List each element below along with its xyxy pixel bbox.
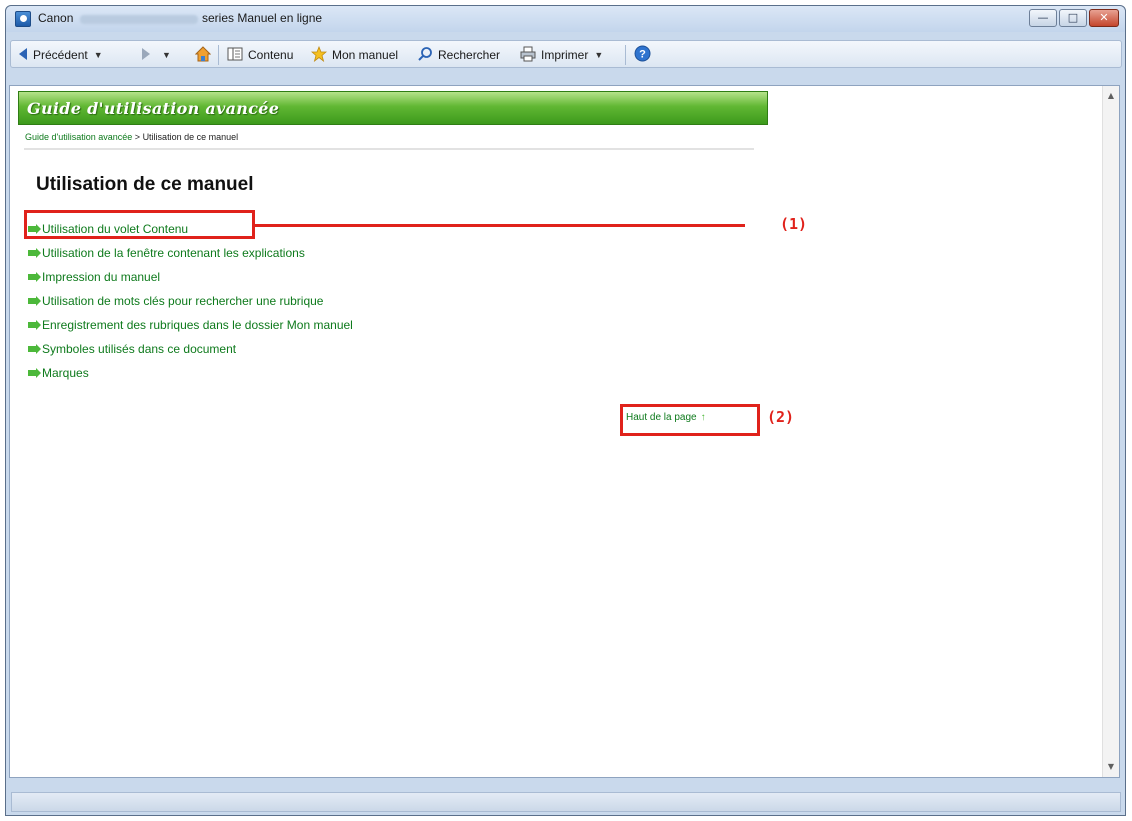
close-icon: ✕: [1099, 11, 1109, 24]
back-label: Précédent: [33, 48, 88, 62]
forward-button[interactable]: ▼: [141, 46, 171, 64]
my-manual-label: Mon manuel: [332, 48, 399, 62]
topic-link-label: Marques: [42, 366, 89, 380]
search-icon: [417, 46, 433, 65]
topic-link-label: Enregistrement des rubriques dans le dos…: [42, 318, 353, 332]
help-button[interactable]: ?: [634, 45, 656, 65]
star-icon: [310, 45, 328, 65]
contents-icon: [227, 47, 243, 64]
callout-leader-line-1: [255, 224, 745, 227]
up-arrow-icon: ↑: [700, 412, 706, 423]
callout-label-1: (1): [780, 215, 808, 233]
forward-arrow-icon: [141, 47, 151, 63]
forward-dropdown-icon[interactable]: ▼: [162, 50, 171, 60]
minimize-icon: —: [1037, 11, 1049, 24]
back-to-top-label: Haut de la page: [626, 412, 697, 423]
green-arrow-icon: [28, 344, 41, 354]
breadcrumb-separator: >: [132, 132, 143, 142]
topic-link[interactable]: Symboles utilisés dans ce document: [28, 337, 353, 361]
status-bar: [11, 792, 1121, 812]
guide-banner: Guide d'utilisation avancée: [18, 91, 768, 125]
home-button[interactable]: [194, 45, 216, 65]
search-label: Rechercher: [438, 48, 501, 62]
green-arrow-icon: [28, 296, 41, 306]
minimize-button[interactable]: —: [1029, 9, 1057, 27]
title-bar: Canon series Manuel en ligne — □ ✕: [6, 6, 1125, 32]
my-manual-button[interactable]: Mon manuel: [310, 45, 399, 65]
page-title: Utilisation de ce manuel: [36, 174, 254, 195]
breadcrumb-link[interactable]: Guide d'utilisation avancée: [25, 132, 132, 142]
maximize-button[interactable]: □: [1059, 9, 1087, 27]
topic-link-label: Utilisation de mots clés pour rechercher…: [42, 294, 324, 308]
green-arrow-icon: [28, 248, 41, 258]
scroll-down-icon[interactable]: ▼: [1103, 759, 1119, 775]
topic-link-label: Symboles utilisés dans ce document: [42, 342, 237, 356]
printer-icon: [520, 46, 536, 65]
callout-box-1: [24, 210, 255, 239]
toolbar: Précédent ▼ ▼ Contenu Mon manuel Recherc…: [10, 40, 1122, 68]
green-arrow-icon: [28, 272, 41, 282]
blurred-model-name: [80, 15, 198, 24]
toolbar-separator: [218, 45, 219, 65]
breadcrumb-current: Utilisation de ce manuel: [142, 132, 239, 142]
topic-link[interactable]: Impression du manuel: [28, 265, 353, 289]
svg-text:?: ?: [639, 49, 646, 61]
window-title-prefix: Canon: [38, 11, 74, 25]
topic-link[interactable]: Utilisation de la fenêtre contenant les …: [28, 241, 353, 265]
app-icon: [15, 11, 31, 27]
scroll-up-icon[interactable]: ▲: [1103, 88, 1119, 104]
topic-link[interactable]: Utilisation de mots clés pour rechercher…: [28, 289, 353, 313]
back-arrow-icon: [18, 47, 28, 63]
toolbar-separator: [625, 45, 626, 65]
topic-link-list: Utilisation du volet Contenu Utilisation…: [28, 217, 353, 385]
banner-title: Guide d'utilisation avancée: [27, 99, 280, 118]
print-dropdown-icon[interactable]: ▼: [594, 50, 603, 60]
topic-link[interactable]: Marques: [28, 361, 353, 385]
close-button[interactable]: ✕: [1089, 9, 1119, 27]
back-dropdown-icon[interactable]: ▼: [94, 50, 103, 60]
back-to-top-link[interactable]: Haut de la page ↑: [626, 412, 706, 423]
print-button[interactable]: Imprimer ▼: [520, 46, 603, 64]
content-pane: Guide d'utilisation avancée Guide d'util…: [9, 85, 1120, 778]
vertical-scrollbar[interactable]: ▲ ▼: [1102, 86, 1119, 777]
breadcrumb-divider: [24, 148, 754, 150]
topic-link-label: Impression du manuel: [42, 270, 161, 284]
contents-button[interactable]: Contenu: [227, 46, 293, 64]
maximize-icon: □: [1067, 11, 1079, 24]
breadcrumb: Guide d'utilisation avancée > Utilisatio…: [25, 132, 238, 142]
topic-link[interactable]: Enregistrement des rubriques dans le dos…: [28, 313, 353, 337]
callout-label-2: (2): [767, 408, 795, 426]
topic-link-label: Utilisation de la fenêtre contenant les …: [42, 246, 305, 260]
green-arrow-icon: [28, 368, 41, 378]
home-icon: [194, 45, 212, 65]
print-label: Imprimer: [541, 48, 589, 62]
window-title-suffix: series Manuel en ligne: [202, 11, 323, 25]
search-button[interactable]: Rechercher: [417, 46, 500, 64]
help-icon: ?: [634, 45, 651, 65]
green-arrow-icon: [28, 320, 41, 330]
contents-label: Contenu: [248, 48, 294, 62]
back-button[interactable]: Précédent ▼: [18, 46, 103, 64]
